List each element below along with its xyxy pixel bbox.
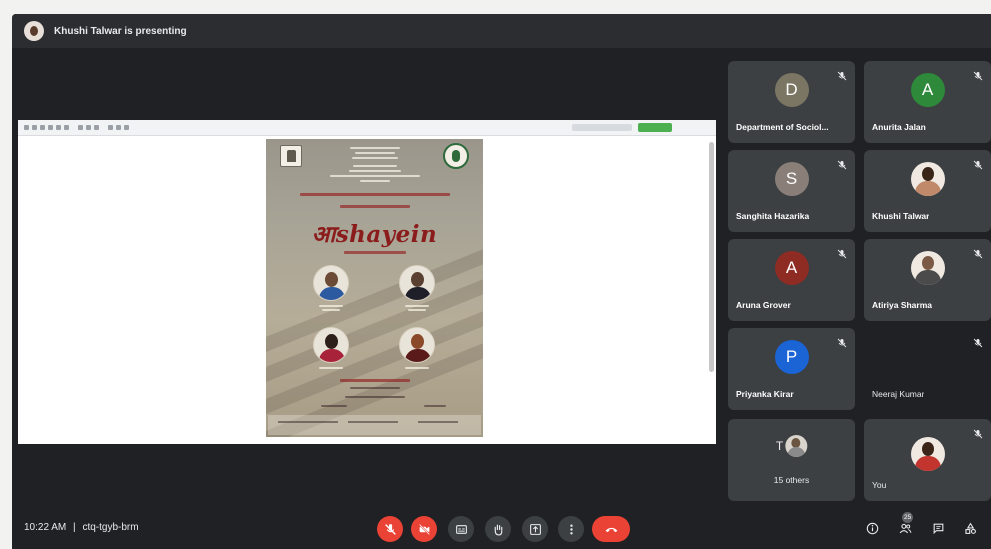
activities-button[interactable]: [962, 520, 978, 536]
participant-avatar: D: [774, 73, 809, 107]
participant-tile[interactable]: S Sanghita Hazarika: [728, 150, 855, 232]
mic-off-icon: [973, 246, 983, 259]
microphone-toggle-button[interactable]: [377, 516, 403, 542]
people-button[interactable]: 25: [897, 512, 914, 536]
others-initial: T: [775, 439, 784, 453]
participant-name: Priyanka Kirar: [736, 389, 794, 399]
poster-title: आshayein: [311, 221, 438, 248]
participant-tile[interactable]: D Department of Sociol...: [728, 61, 855, 143]
speaker-portrait: [399, 327, 435, 363]
participant-avatar: P: [774, 340, 809, 374]
people-icon: [899, 523, 911, 533]
event-poster: आshayein: [266, 139, 483, 437]
presenting-label: Khushi Talwar is presenting: [54, 25, 187, 37]
participant-name: Department of Sociol...: [736, 122, 829, 132]
meeting-window: Khushi Talwar is presenting आshayein D D…: [12, 14, 991, 549]
control-bar: 10:22 AM | ctq-tgyb-brm 25: [12, 508, 991, 549]
participant-name: Khushi Talwar: [872, 211, 930, 221]
mic-off-icon: [384, 523, 396, 535]
leave-call-button[interactable]: [592, 516, 630, 542]
meeting-details: 10:22 AM | ctq-tgyb-brm: [24, 522, 139, 533]
captions-icon: [455, 524, 467, 534]
participant-name: Sanghita Hazarika: [736, 211, 810, 221]
meeting-details-button[interactable]: [864, 520, 880, 536]
speaker-portrait: [399, 265, 435, 301]
speaker-portrait: [313, 265, 349, 301]
presenter-avatar: [24, 21, 44, 41]
chat-icon: [933, 523, 943, 534]
participant-name: Aruna Grover: [736, 300, 791, 310]
mic-off-icon: [973, 426, 983, 439]
mic-off-icon: [837, 335, 847, 348]
participant-avatar: A: [774, 251, 809, 285]
poster-footer: [268, 415, 481, 435]
participant-tile[interactable]: Neeraj Kumar: [864, 328, 991, 410]
others-count-label: 15 others: [773, 475, 810, 485]
captions-button[interactable]: [448, 516, 474, 542]
self-photo: [910, 437, 945, 471]
camera-off-icon: [418, 523, 430, 535]
meeting-code: ctq-tgyb-brm: [82, 522, 139, 533]
mic-off-icon: [837, 68, 847, 81]
participant-name: Atiriya Sharma: [872, 300, 932, 310]
camera-toggle-button[interactable]: [411, 516, 437, 542]
hand-icon: [494, 524, 502, 536]
participant-avatar: S: [774, 162, 809, 196]
mic-off-icon: [973, 335, 983, 348]
people-count-badge: 25: [902, 512, 914, 523]
self-tile[interactable]: You: [864, 419, 991, 501]
participant-name: Neeraj Kumar: [872, 389, 925, 399]
more-options-button[interactable]: [558, 516, 584, 542]
participant-photo: [910, 251, 945, 285]
shared-screen[interactable]: आshayein: [18, 120, 716, 444]
others-avatars: T: [775, 435, 808, 457]
present-screen-icon: [529, 523, 541, 535]
participant-tile[interactable]: A Anurita Jalan: [864, 61, 991, 143]
shared-app-toolbar: [18, 120, 716, 136]
participant-photo: [910, 162, 945, 196]
speaker-portrait: [313, 327, 349, 363]
hang-up-icon: [605, 527, 617, 532]
present-now-button[interactable]: [522, 516, 548, 542]
info-icon: [866, 522, 878, 534]
shared-scrollbar: [709, 142, 714, 372]
participant-tile[interactable]: Khushi Talwar: [864, 150, 991, 232]
participant-avatar: A: [910, 73, 945, 107]
raise-hand-button[interactable]: [485, 516, 511, 542]
activities-icon: [964, 522, 976, 534]
college-logo-icon: [443, 143, 469, 169]
mic-off-icon: [973, 157, 983, 170]
others-tile[interactable]: T 15 others: [728, 419, 855, 501]
chat-button[interactable]: [930, 520, 946, 536]
more-vert-icon: [569, 524, 573, 534]
participant-name: You: [872, 480, 887, 490]
separator: |: [73, 522, 76, 533]
participant-tile[interactable]: A Aruna Grover: [728, 239, 855, 321]
clock-time: 10:22 AM: [24, 522, 67, 533]
participant-name: Anurita Jalan: [872, 122, 926, 132]
participant-tile[interactable]: P Priyanka Kirar: [728, 328, 855, 410]
mic-off-icon: [837, 157, 847, 170]
presenting-banner: Khushi Talwar is presenting: [12, 14, 991, 48]
others-photo: [785, 435, 808, 457]
mic-off-icon: [837, 246, 847, 259]
participant-tile[interactable]: Atiriya Sharma: [864, 239, 991, 321]
mic-off-icon: [973, 68, 983, 81]
college-emblem-icon: [280, 145, 302, 167]
